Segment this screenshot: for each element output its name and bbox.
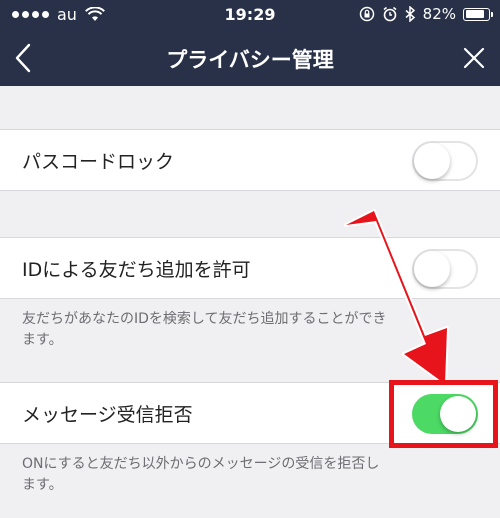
nav-bar: プライバシー管理 xyxy=(0,30,500,86)
description-line: ONにすると友だち以外からのメッセージの受信を拒否し xyxy=(22,456,380,472)
description-line: ます。 xyxy=(22,477,63,493)
bluetooth-icon xyxy=(405,6,415,22)
battery-percent: 82% xyxy=(422,5,456,23)
toggle-knob xyxy=(414,143,450,179)
setting-row-passcode-lock[interactable]: パスコードロック xyxy=(0,129,500,191)
close-icon xyxy=(463,47,485,69)
close-button[interactable] xyxy=(458,42,490,74)
annotation-highlight-box xyxy=(389,380,498,448)
reject-messages-description: ONにすると友だち以外からのメッセージの受信を拒否し ます。 xyxy=(22,454,462,496)
rotation-lock-icon xyxy=(359,6,374,22)
allow-id-add-description: 友だちがあなたのIDを検索して友だち追加することができ ます。 xyxy=(22,309,462,351)
battery-icon xyxy=(463,7,493,21)
description-line: 友だちがあなたのIDを検索して友だち追加することができ xyxy=(22,311,387,327)
reject-messages-label: メッセージ受信拒否 xyxy=(22,404,193,426)
description-line: ます。 xyxy=(22,332,63,348)
page-title: プライバシー管理 xyxy=(166,48,334,72)
status-right: 82% xyxy=(359,5,493,23)
allow-id-add-label: IDによる友だち追加を許可 xyxy=(22,259,251,281)
status-bar: au 19:29 82% xyxy=(0,0,500,30)
passcode-lock-toggle[interactable] xyxy=(412,141,478,181)
alarm-icon xyxy=(383,6,397,22)
setting-row-allow-id-add[interactable]: IDによる友だち追加を許可 xyxy=(0,237,500,299)
passcode-lock-label: パスコードロック xyxy=(22,151,175,173)
toggle-knob xyxy=(414,251,450,287)
allow-id-add-toggle[interactable] xyxy=(412,249,478,289)
